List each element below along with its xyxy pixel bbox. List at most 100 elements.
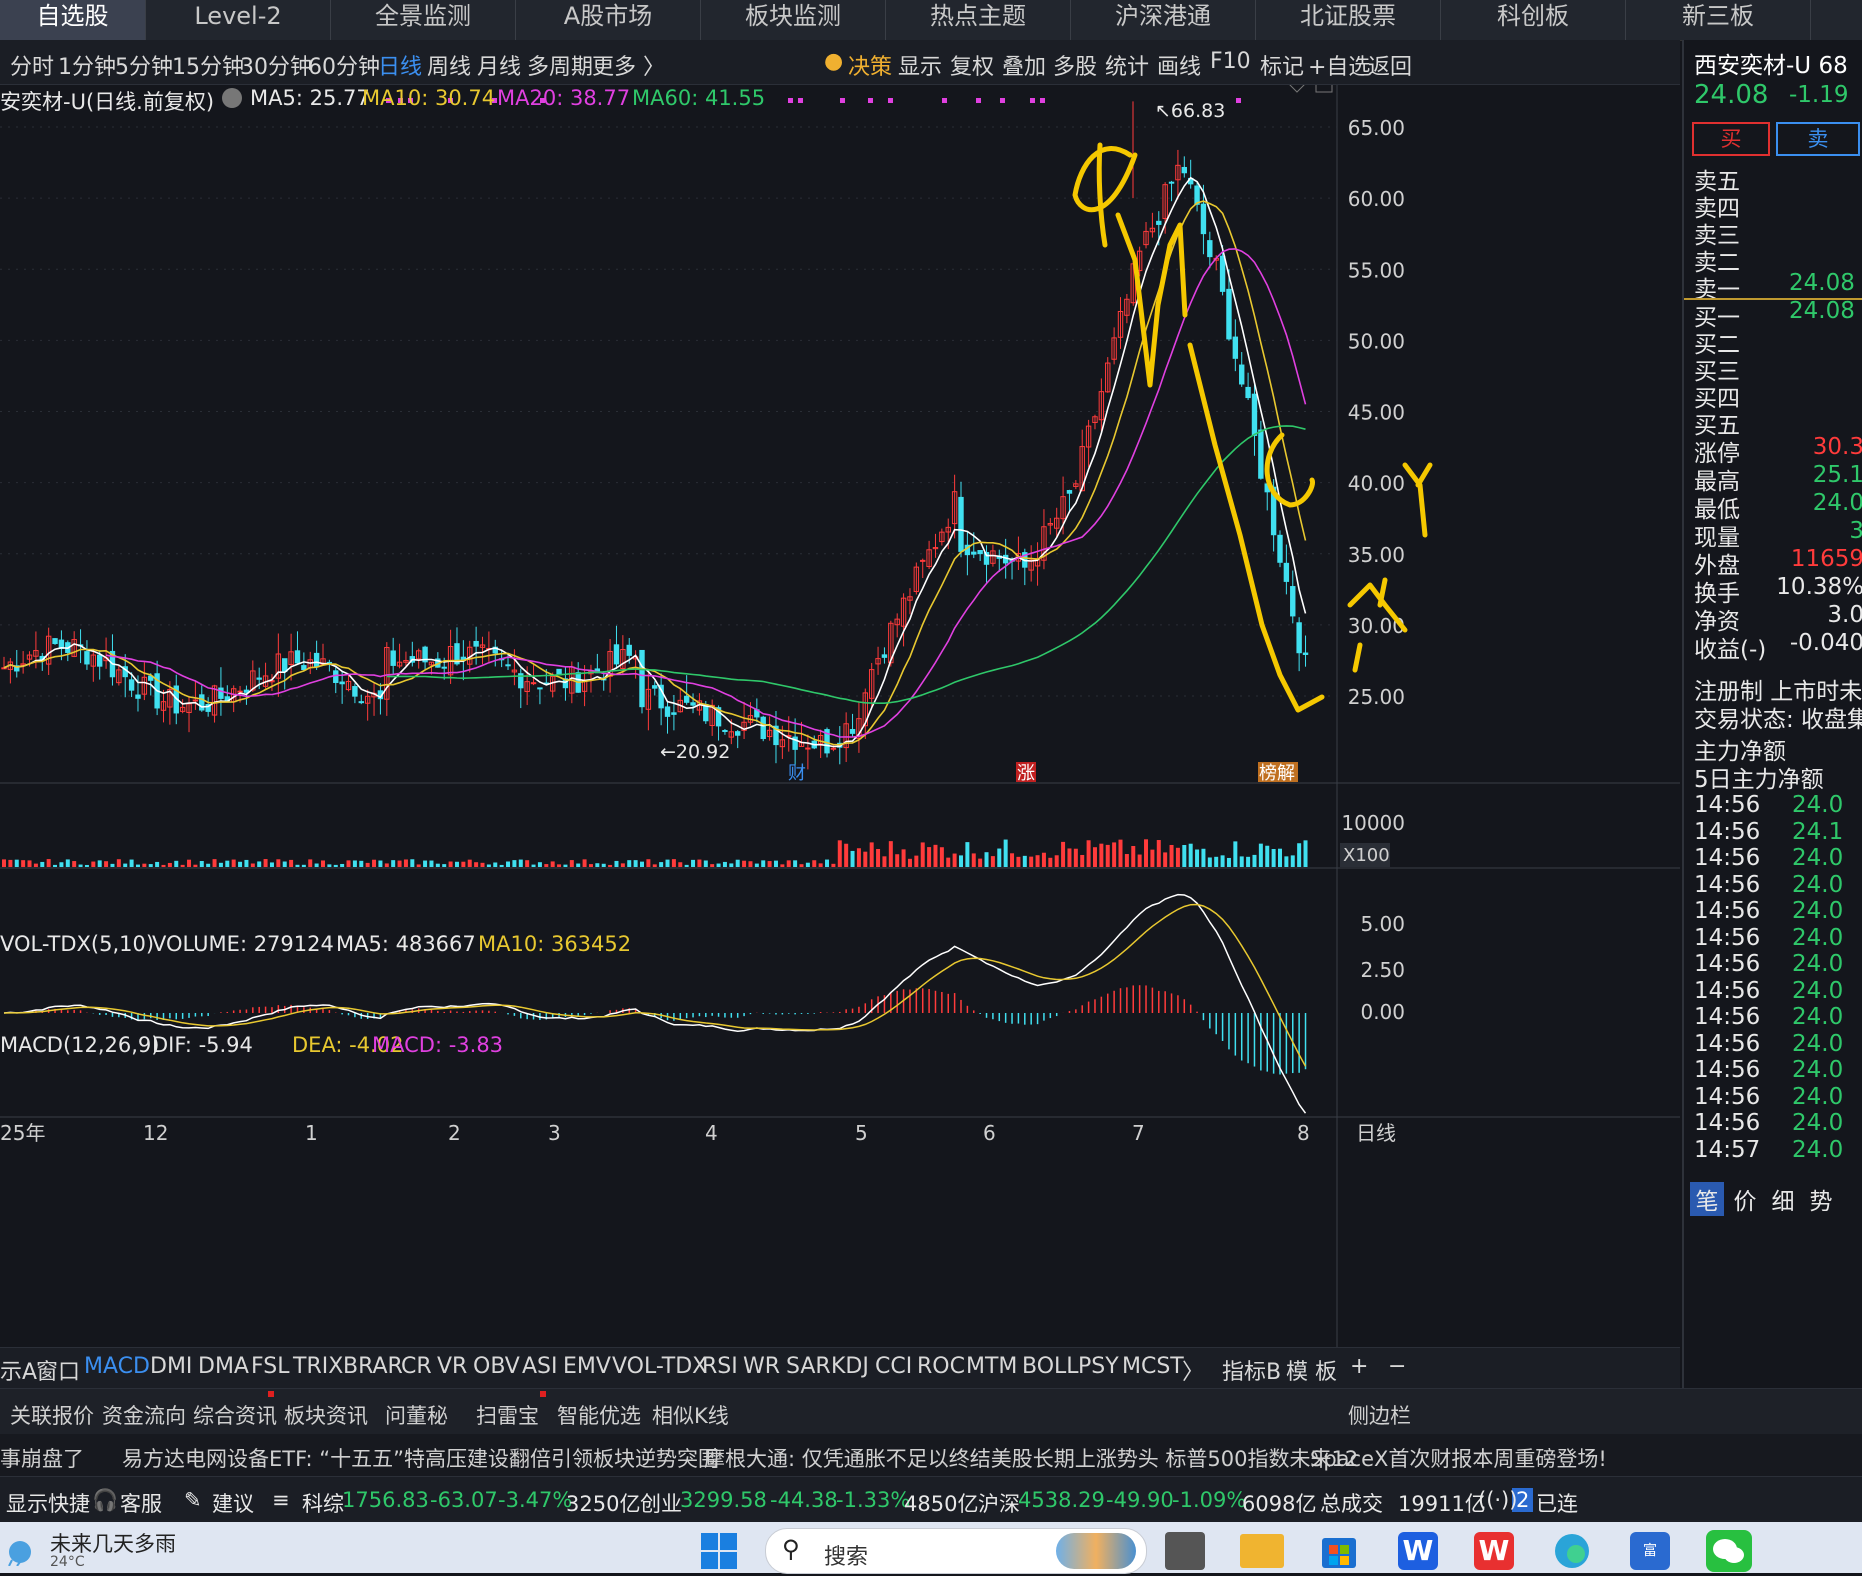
file-explorer-icon[interactable] (1240, 1534, 1284, 1568)
futu-icon[interactable]: 富 (1630, 1532, 1670, 1570)
tool-8[interactable]: 标记 (1260, 49, 1304, 81)
indicator-2[interactable]: MACD (84, 1354, 150, 1379)
wechat-icon[interactable] (1706, 1530, 1752, 1572)
buy-button[interactable]: 买 (1692, 122, 1770, 156)
indicator-18[interactable]: CCI (875, 1354, 912, 1379)
tool-3[interactable]: 叠加 (1002, 49, 1046, 81)
info-tab-5[interactable]: 扫雷宝 (476, 1400, 539, 1430)
indicator-22[interactable]: PSY (1078, 1354, 1119, 1379)
weather-icon[interactable] (0, 1534, 40, 1567)
detail-tab-3[interactable]: 势 (1804, 1182, 1838, 1216)
tool-5[interactable]: 统计 (1105, 49, 1149, 81)
top-tab-9[interactable]: 新三板 (1626, 0, 1811, 40)
indicator-23[interactable]: MCST (1122, 1354, 1184, 1379)
indicator-9[interactable]: VR (437, 1354, 467, 1379)
indicator-21[interactable]: BOLL (1022, 1354, 1079, 1379)
tool-2[interactable]: 复权 (950, 49, 994, 81)
top-tab-2[interactable]: 全景监测 (331, 0, 516, 40)
kline-chart[interactable]: 65.00 60.00 55.00 50.00 45.00 40.00 35.00 30.00… (0, 77, 1680, 1347)
period-7[interactable]: 周线 (427, 49, 471, 81)
tool-9[interactable]: +自选 (1308, 49, 1370, 81)
detail-tab-0[interactable]: 笔 (1690, 1182, 1724, 1216)
list-icon[interactable]: ≡ (272, 1488, 290, 1512)
period-1[interactable]: 1分钟 (58, 49, 116, 81)
info-tab-3[interactable]: 板块资讯 (284, 1400, 368, 1430)
tool-1[interactable]: 显示 (898, 49, 942, 81)
indicator-14[interactable]: RSI (702, 1354, 738, 1379)
indicator-11[interactable]: ASI (522, 1354, 558, 1379)
info-tab-2[interactable]: 综合资讯 (193, 1400, 277, 1430)
volume-bar (837, 840, 842, 867)
indicator-right-1[interactable]: 模 板 (1286, 1354, 1337, 1386)
news-item-2[interactable]: 摩根大通: 仅凭通胀不足以终结美股长期上涨势头 标普500指数未来12 (704, 1443, 1358, 1473)
period-5[interactable]: 60分钟 (308, 49, 380, 81)
taskbar-search[interactable]: ⚲ 搜索 (765, 1528, 1147, 1574)
tool-0[interactable]: 决策 (848, 49, 892, 81)
indicator-10[interactable]: OBV (473, 1354, 520, 1379)
indicator-13[interactable]: VOL-TDX (612, 1354, 707, 1379)
info-tab-4[interactable]: 问董秘 (385, 1400, 448, 1430)
main-net5-label[interactable]: 5日主力净额 (1694, 760, 1862, 794)
indicator-0[interactable]: 示A (0, 1354, 37, 1386)
headset-icon[interactable]: 🎧 (92, 1488, 118, 1513)
tool-4[interactable]: 多股 (1053, 49, 1097, 81)
top-tab-8[interactable]: 科创板 (1441, 0, 1626, 40)
indicator-5[interactable]: FSL (251, 1354, 290, 1379)
info-tab-6[interactable]: 智能优选 (557, 1400, 641, 1430)
top-tab-5[interactable]: 热点主题 (886, 0, 1071, 40)
tool-6[interactable]: 画线 (1157, 49, 1201, 81)
info-tab-8[interactable]: 侧边栏 (1348, 1400, 1411, 1430)
tool-7[interactable]: F10 (1210, 49, 1251, 74)
word-icon[interactable]: W (1398, 1532, 1438, 1570)
period-10[interactable]: 更多 〉 (592, 49, 665, 81)
detail-tab-2[interactable]: 细 (1766, 1182, 1800, 1216)
period-8[interactable]: 月线 (477, 49, 521, 81)
period-3[interactable]: 15分钟 (172, 49, 244, 81)
indicator-12[interactable]: EMV (563, 1354, 611, 1379)
indicator-6[interactable]: TRIX (293, 1354, 343, 1379)
period-6[interactable]: 日线 (378, 49, 422, 81)
top-tab-7[interactable]: 北证股票 (1256, 0, 1441, 40)
info-icon[interactable] (222, 88, 242, 108)
indicator-20[interactable]: MTM (966, 1354, 1017, 1379)
indicator-right-3[interactable]: − (1388, 1354, 1406, 1379)
edit-icon[interactable]: ✎ (184, 1488, 202, 1512)
tool-10[interactable]: 返回 (1368, 49, 1412, 81)
indicator-17[interactable]: KDJ (831, 1354, 869, 1379)
chart-canvas[interactable]: 65.0060.0055.0050.0045.0040.0035.0030.00… (0, 77, 1680, 1347)
news-item-0[interactable]: 事崩盘了 (0, 1443, 84, 1473)
indicator-1[interactable]: 窗口 (36, 1354, 80, 1386)
info-tab-7[interactable]: 相似K线 (652, 1400, 729, 1430)
detail-tab-1[interactable]: 价 (1728, 1182, 1762, 1216)
indicator-right-0[interactable]: 指标B (1222, 1354, 1281, 1386)
indicator-7[interactable]: BRAR (343, 1354, 403, 1379)
wps-icon[interactable]: W (1474, 1532, 1514, 1570)
windows-start-icon[interactable] (700, 1532, 738, 1570)
top-tab-0[interactable]: 自选股 (0, 0, 146, 40)
edge-icon[interactable] (1552, 1532, 1592, 1570)
top-tab-4[interactable]: 板块监测 (701, 0, 886, 40)
news-item-1[interactable]: 易方达电网设备ETF: “十五五”特高压建设翻倍引领板块逆势突围 (122, 1443, 719, 1473)
indicator-right-2[interactable]: + (1350, 1354, 1368, 1379)
period-0[interactable]: 分时 (10, 49, 54, 81)
indicator-16[interactable]: SAR (786, 1354, 831, 1379)
top-tab-1[interactable]: Level-2 (146, 0, 331, 40)
indicator-15[interactable]: WR (743, 1354, 780, 1379)
sell-button[interactable]: 卖 (1776, 122, 1860, 156)
indicator-8[interactable]: CR (401, 1354, 432, 1379)
indicator-24[interactable]: 〉 (1182, 1354, 1204, 1386)
top-tab-6[interactable]: 沪深港通 (1071, 0, 1256, 40)
indicator-3[interactable]: DMI (150, 1354, 192, 1379)
indicator-19[interactable]: ROC (917, 1354, 965, 1379)
taskview-icon[interactable] (1165, 1532, 1205, 1570)
store-icon[interactable] (1320, 1532, 1358, 1570)
news-item-3[interactable]: SpaceX首次财报本周重磅登场! (1310, 1443, 1607, 1473)
info-tab-1[interactable]: 资金流向 (102, 1400, 186, 1430)
period-9[interactable]: 多周期 (527, 49, 593, 81)
period-4[interactable]: 30分钟 (240, 49, 312, 81)
info-tab-0[interactable]: 关联报价 (10, 1400, 94, 1430)
period-2[interactable]: 5分钟 (115, 49, 173, 81)
indicator-4[interactable]: DMA (198, 1354, 249, 1379)
top-tab-3[interactable]: A股市场 (516, 0, 701, 40)
volume-bar (72, 861, 77, 867)
